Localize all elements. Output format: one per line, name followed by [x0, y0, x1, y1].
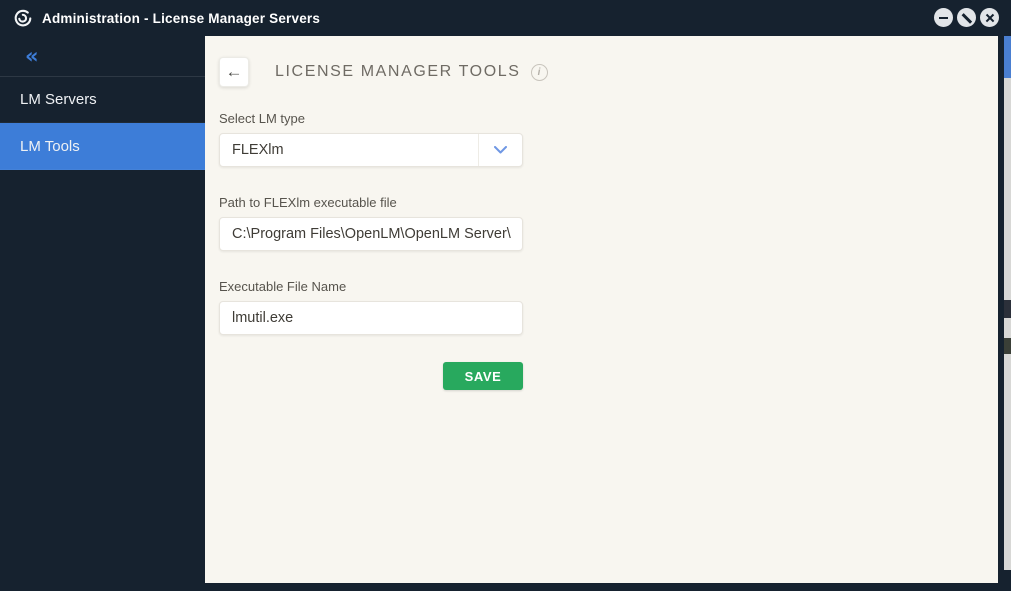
- select-arrow-zone[interactable]: [478, 134, 522, 166]
- back-button[interactable]: ←: [219, 57, 249, 87]
- background-sliver-segment: [1004, 300, 1011, 318]
- sidebar: « LM Servers LM Tools: [0, 36, 205, 583]
- page-title: LICENSE MANAGER TOOLS: [275, 63, 521, 80]
- minimize-button[interactable]: [934, 8, 953, 27]
- titlebar: Administration - License Manager Servers: [0, 0, 1011, 36]
- close-button[interactable]: [980, 8, 999, 27]
- window-title: Administration - License Manager Servers: [42, 10, 321, 26]
- lm-type-select[interactable]: FLEXlm: [219, 133, 523, 167]
- background-sliver-segment: [1004, 338, 1011, 354]
- info-icon[interactable]: i: [530, 63, 548, 81]
- chevron-down-icon: [494, 146, 507, 154]
- app-window: Administration - License Manager Servers…: [0, 0, 1011, 591]
- lm-type-group: Select LM type FLEXlm: [219, 111, 523, 167]
- path-label: Path to FLEXlm executable file: [219, 195, 397, 210]
- sidebar-item-lm-tools[interactable]: LM Tools: [0, 123, 205, 170]
- maximize-button[interactable]: [957, 8, 976, 27]
- sidebar-collapse-button[interactable]: «: [25, 45, 39, 67]
- path-input[interactable]: [219, 217, 523, 251]
- maximize-blocked-icon: [961, 12, 972, 23]
- lm-type-label: Select LM type: [219, 111, 305, 126]
- sidebar-collapse-row: «: [0, 36, 205, 77]
- path-group: Path to FLEXlm executable file: [219, 195, 523, 251]
- background-sliver-blue: [1004, 36, 1011, 78]
- exe-name-label: Executable File Name: [219, 279, 347, 294]
- minimize-icon: [939, 16, 948, 19]
- main-content: ← LICENSE MANAGER TOOLS i Select LM type…: [205, 36, 998, 583]
- sidebar-item-label: LM Servers: [20, 91, 97, 108]
- lm-tools-form: Select LM type FLEXlm Path to FLEXlm exe…: [219, 111, 523, 390]
- sidebar-item-label: LM Tools: [20, 137, 80, 155]
- background-sliver-segment: [1004, 570, 1011, 591]
- background-window-sliver: [1004, 36, 1011, 591]
- exe-name-input[interactable]: [219, 301, 523, 335]
- exe-name-group: Executable File Name: [219, 279, 523, 335]
- window-controls: [934, 8, 999, 27]
- content-header: ← LICENSE MANAGER TOOLS i: [219, 57, 998, 87]
- openlm-swirl-icon: [14, 9, 32, 27]
- sidebar-item-lm-servers[interactable]: LM Servers: [0, 77, 205, 123]
- lm-type-selected-value: FLEXlm: [232, 142, 284, 158]
- save-button[interactable]: SAVE: [443, 362, 523, 390]
